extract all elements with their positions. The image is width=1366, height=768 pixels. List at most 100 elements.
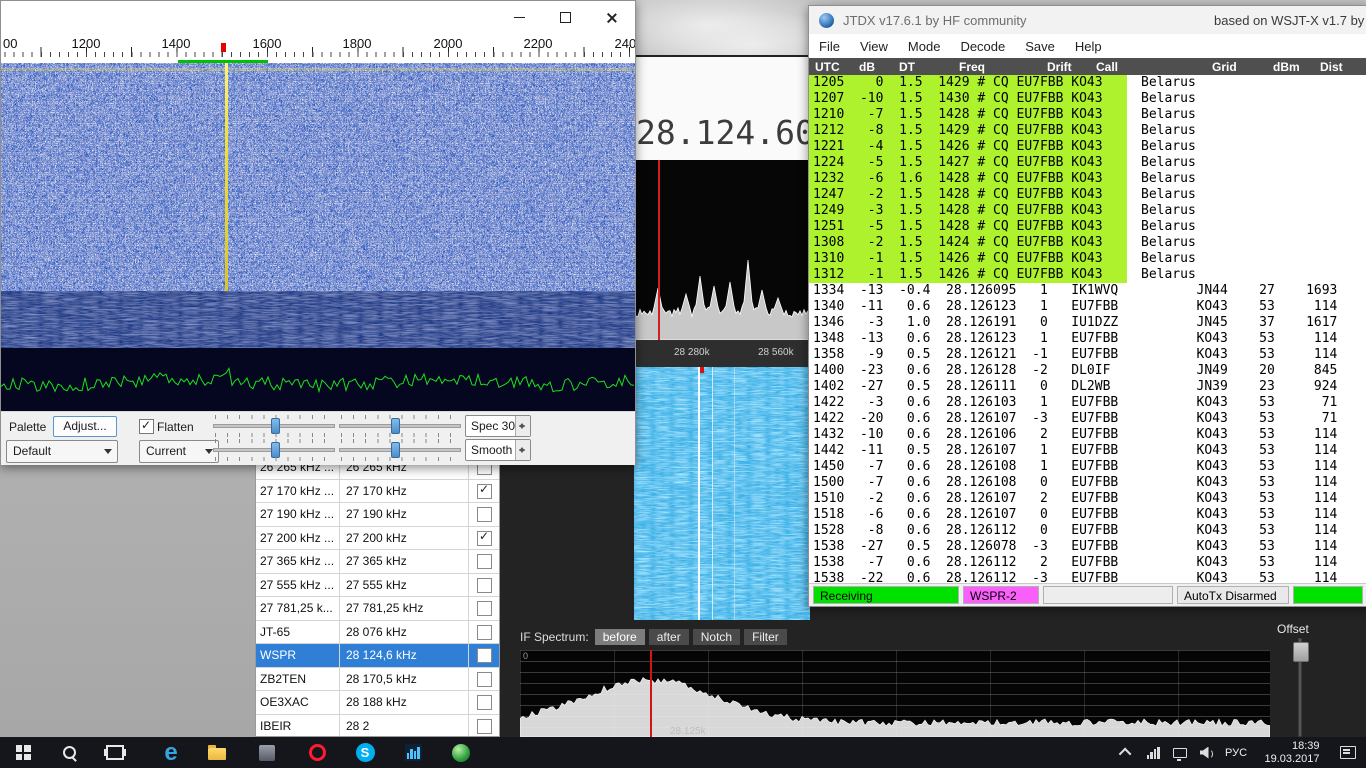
- tray-chevron-button[interactable]: [1114, 737, 1138, 768]
- decode-row[interactable]: 1450 -7 0.6 28.126108 1 EU7FBB KO43 53 1…: [809, 459, 1366, 475]
- decode-row-cq[interactable]: 1210 -7 1.5 1428 # CQ EU7FBB KO43Belarus: [809, 107, 1366, 123]
- spec-percent-spinbox[interactable]: Spec 30 %: [465, 415, 531, 437]
- decode-row[interactable]: 1346 -3 1.0 28.126191 0 IU1DZZ JN45 37 1…: [809, 315, 1366, 331]
- decode-row-cq[interactable]: 1310 -1 1.5 1426 # CQ EU7FBB KO43Belarus: [809, 251, 1366, 267]
- slider-handle[interactable]: [391, 418, 400, 434]
- frequency-row[interactable]: 27 170 kHz ... 27 170 kHz: [256, 480, 499, 504]
- action-center-button[interactable]: [1334, 737, 1362, 768]
- wide-graph-titlebar[interactable]: [1, 1, 635, 36]
- waterfall-display[interactable]: [1, 63, 635, 291]
- slider-handle[interactable]: [271, 418, 280, 434]
- decode-row-cq[interactable]: 1221 -4 1.5 1426 # CQ EU7FBB KO43Belarus: [809, 139, 1366, 155]
- frequency-enable-checkbox[interactable]: [469, 597, 499, 620]
- decode-row-cq[interactable]: 1224 -5 1.5 1427 # CQ EU7FBB KO43Belarus: [809, 155, 1366, 171]
- slider-handle[interactable]: [271, 442, 280, 458]
- tray-display-button[interactable]: [1168, 737, 1192, 768]
- zero2-slider[interactable]: [339, 439, 461, 461]
- frequency-row[interactable]: 27 200 kHz ... 27 200 kHz: [256, 527, 499, 551]
- decode-list[interactable]: 1205 0 1.5 1429 # CQ EU7FBB KO43Belarus …: [809, 75, 1366, 583]
- decode-row[interactable]: 1334 -13 -0.4 28.126095 1 IK1WVQ JN44 27…: [809, 283, 1366, 299]
- palette-select[interactable]: Default: [6, 440, 118, 463]
- frequency-row[interactable]: 27 190 kHz ... 27 190 kHz: [256, 503, 499, 527]
- menu-item[interactable]: View: [850, 36, 898, 57]
- taskbar-jtdx-button[interactable]: [440, 737, 482, 768]
- flatten-checkbox[interactable]: [139, 419, 154, 434]
- decode-row-cq[interactable]: 1251 -5 1.5 1428 # CQ EU7FBB KO43Belarus: [809, 219, 1366, 235]
- taskbar-opera-button[interactable]: [296, 737, 338, 768]
- if-spectrum-button[interactable]: after: [649, 629, 689, 645]
- frequency-row[interactable]: OE3XAC 28 188 kHz: [256, 691, 499, 715]
- frequency-scale[interactable]: 00 1200140016001800200022002400: [1, 35, 635, 63]
- frequency-enable-checkbox[interactable]: [469, 668, 499, 691]
- taskbar-edge-button[interactable]: e: [150, 737, 192, 768]
- decode-row[interactable]: 1518 -6 0.6 28.126107 0 EU7FBB KO43 53 1…: [809, 507, 1366, 523]
- decode-row[interactable]: 1422 -20 0.6 28.126107 -3 EU7FBB KO43 53…: [809, 411, 1366, 427]
- tray-clock-button[interactable]: 18:39 19.03.2017: [1254, 737, 1330, 768]
- frequency-enable-checkbox[interactable]: [469, 691, 499, 714]
- minimize-button[interactable]: [496, 1, 542, 34]
- jtdx-titlebar[interactable]: JTDX v17.6.1 by HF community based on WS…: [809, 6, 1366, 35]
- decode-row[interactable]: 1528 -8 0.6 28.126112 0 EU7FBB KO43 53 1…: [809, 523, 1366, 539]
- zero-slider[interactable]: [339, 415, 461, 437]
- offset-slider-handle[interactable]: [1293, 642, 1309, 662]
- decode-row[interactable]: 1500 -7 0.6 28.126108 0 EU7FBB KO43 53 1…: [809, 475, 1366, 491]
- frequency-row[interactable]: JT-65 28 076 kHz: [256, 621, 499, 645]
- menu-item[interactable]: Mode: [898, 36, 951, 57]
- decode-row-cq[interactable]: 1312 -1 1.5 1426 # CQ EU7FBB KO43Belarus: [809, 267, 1366, 283]
- tray-language-button[interactable]: РУС: [1220, 737, 1252, 768]
- decode-row[interactable]: 1442 -11 0.5 28.126107 1 EU7FBB KO43 53 …: [809, 443, 1366, 459]
- frequency-row[interactable]: 27 365 kHz ... 27 365 kHz: [256, 550, 499, 574]
- menu-item[interactable]: Help: [1065, 36, 1112, 57]
- gain-slider[interactable]: [213, 415, 335, 437]
- decode-row-cq[interactable]: 1212 -8 1.5 1429 # CQ EU7FBB KO43Belarus: [809, 123, 1366, 139]
- if-spectrum-plot[interactable]: 0 28.125k: [520, 650, 1270, 737]
- menu-item[interactable]: Save: [1015, 36, 1065, 57]
- decode-row[interactable]: 1358 -9 0.5 28.126121 -1 EU7FBB KO43 53 …: [809, 347, 1366, 363]
- offset-slider[interactable]: [1292, 638, 1308, 737]
- decode-row-cq[interactable]: 1308 -2 1.5 1424 # CQ EU7FBB KO43Belarus: [809, 235, 1366, 251]
- frequency-row[interactable]: ZB2TEN 28 170,5 kHz: [256, 668, 499, 692]
- sdr-frequency-display[interactable]: 28.124.600: [636, 113, 810, 152]
- if-spectrum-button[interactable]: before: [595, 629, 645, 645]
- taskbar-skype-button[interactable]: S: [344, 737, 386, 768]
- decode-row[interactable]: 1348 -13 0.6 28.126123 1 EU7FBB KO43 53 …: [809, 331, 1366, 347]
- taskbar-pinned-app-button[interactable]: [246, 737, 288, 768]
- tx-frequency-marker[interactable]: [221, 43, 226, 52]
- frequency-enable-checkbox[interactable]: [469, 550, 499, 573]
- slider-handle[interactable]: [391, 442, 400, 458]
- frequency-row[interactable]: WSPR 28 124,6 kHz: [256, 644, 499, 668]
- decode-row[interactable]: 1422 -3 0.6 28.126103 1 EU7FBB KO43 53 7…: [809, 395, 1366, 411]
- decode-row-cq[interactable]: 1207 -10 1.5 1430 # CQ EU7FBB KO43Belaru…: [809, 91, 1366, 107]
- menu-item[interactable]: File: [809, 36, 850, 57]
- decode-row[interactable]: 1510 -2 0.6 28.126107 2 EU7FBB KO43 53 1…: [809, 491, 1366, 507]
- decode-row[interactable]: 1538 -22 0.6 28.126112 -3 EU7FBB KO43 53…: [809, 571, 1366, 583]
- decode-row-cq[interactable]: 1247 -2 1.5 1428 # CQ EU7FBB KO43Belarus: [809, 187, 1366, 203]
- decode-row[interactable]: 1402 -27 0.5 28.126111 0 DL2WB JN39 23 9…: [809, 379, 1366, 395]
- display-mode-select[interactable]: Current: [139, 440, 219, 463]
- sdr-waterfall[interactable]: [634, 367, 810, 620]
- decode-row[interactable]: 1538 -7 0.6 28.126112 2 EU7FBB KO43 53 1…: [809, 555, 1366, 571]
- menu-item[interactable]: Decode: [950, 36, 1015, 57]
- frequency-row[interactable]: IBEIR 28 2: [256, 715, 499, 738]
- tray-network-button[interactable]: [1140, 737, 1166, 768]
- rf-spectrum-display[interactable]: [634, 160, 810, 340]
- taskbar-sdr-button[interactable]: [392, 737, 434, 768]
- taskbar-explorer-button[interactable]: [196, 737, 238, 768]
- maximize-button[interactable]: [542, 1, 588, 34]
- if-spectrum-button[interactable]: Filter: [744, 629, 787, 645]
- decode-row[interactable]: 1340 -11 0.6 28.126123 1 EU7FBB KO43 53 …: [809, 299, 1366, 315]
- decode-row[interactable]: 1538 -27 0.5 28.126078 -3 EU7FBB KO43 53…: [809, 539, 1366, 555]
- start-button[interactable]: [2, 737, 44, 768]
- gain2-slider[interactable]: [213, 439, 335, 461]
- adjust-button[interactable]: Adjust...: [53, 416, 117, 437]
- decode-row-cq[interactable]: 1249 -3 1.5 1428 # CQ EU7FBB KO43Belarus: [809, 203, 1366, 219]
- frequency-enable-checkbox[interactable]: [469, 527, 499, 550]
- search-button[interactable]: [48, 737, 90, 768]
- decode-row[interactable]: 1432 -10 0.6 28.126106 2 EU7FBB KO43 53 …: [809, 427, 1366, 443]
- spinbox-arrows[interactable]: [515, 416, 530, 436]
- decode-row-cq[interactable]: 1232 -6 1.6 1428 # CQ EU7FBB KO43Belarus: [809, 171, 1366, 187]
- tray-volume-button[interactable]: [1194, 737, 1218, 768]
- sdr-frequency-scale[interactable]: 28 280k28 560k: [634, 340, 810, 367]
- frequency-row[interactable]: 27 555 kHz ... 27 555 kHz: [256, 574, 499, 598]
- close-button[interactable]: [588, 1, 634, 34]
